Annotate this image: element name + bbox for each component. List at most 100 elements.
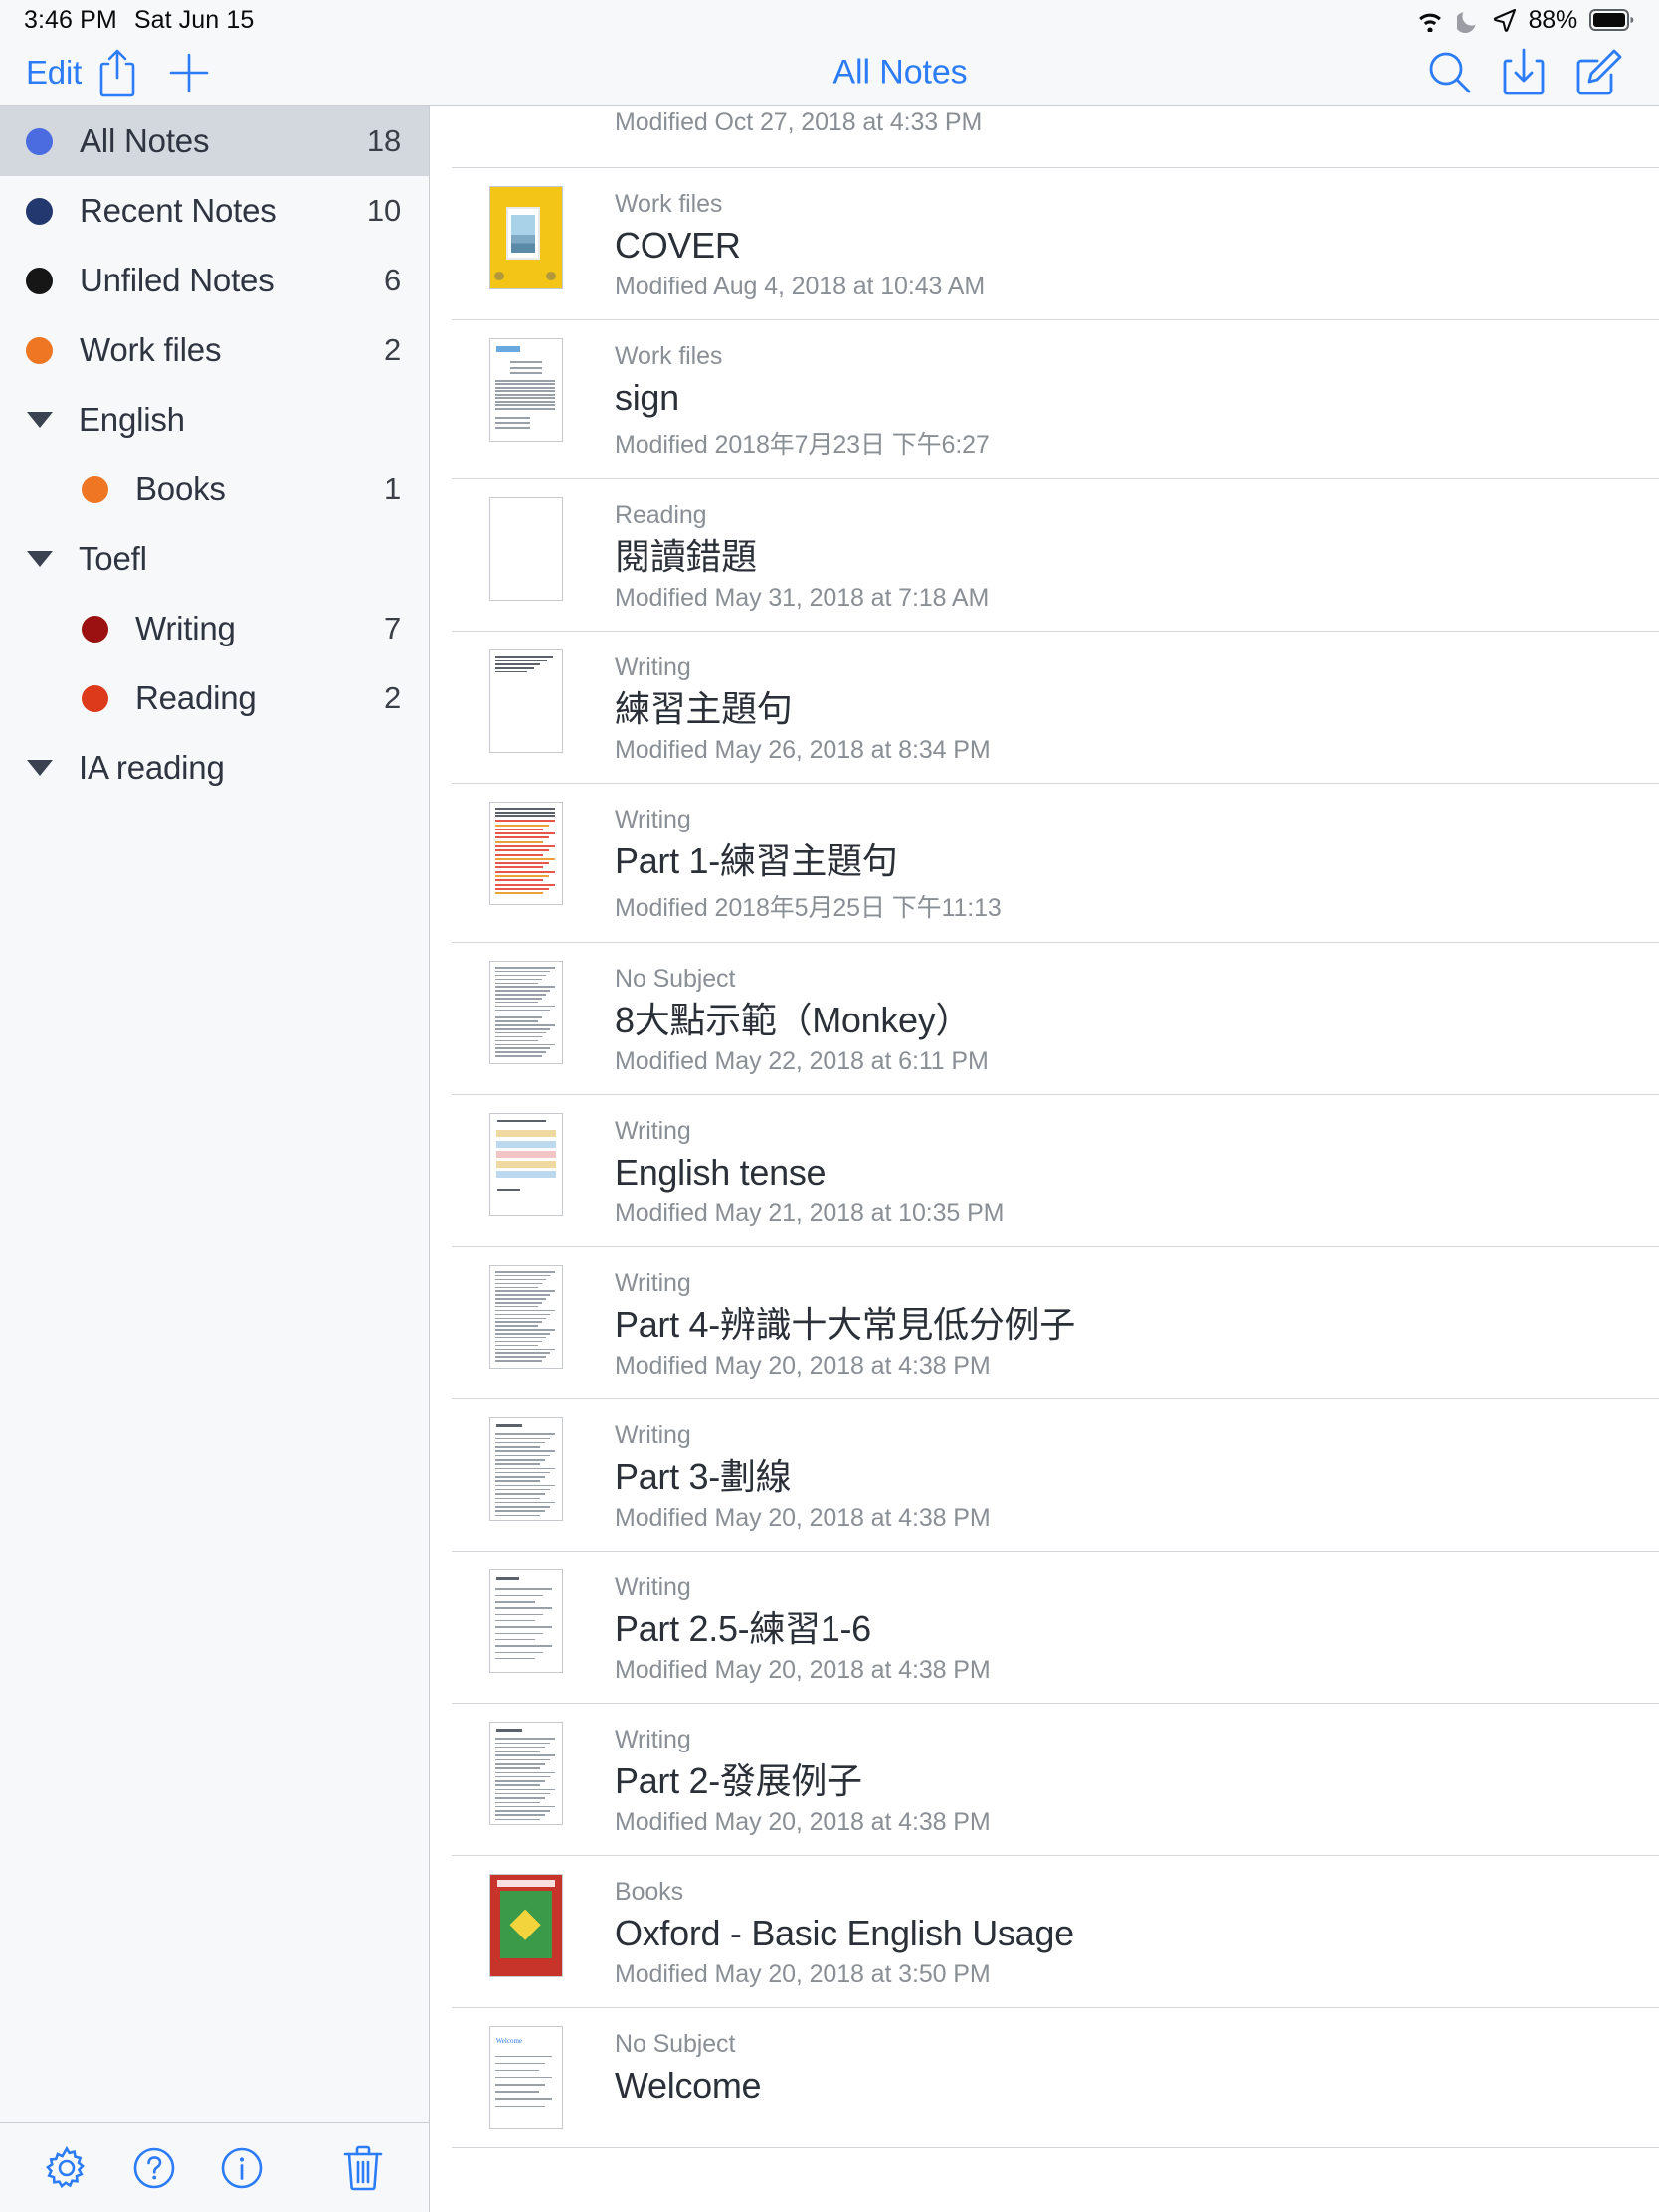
sidebar-item-count: 2: [383, 332, 401, 367]
sidebar-item-books[interactable]: Books 1: [0, 455, 429, 524]
main-body: All Notes 18 Recent Notes 10 Unfiled Notes 6 W…: [0, 106, 1659, 2212]
note-modified-date: Modified May 21, 2018 at 10:35 PM: [615, 1199, 1005, 1227]
note-row[interactable]: Writing Part 4-辨識十大常見低分例子 Modified May 20,…: [452, 1247, 1659, 1399]
note-thumbnail: [489, 802, 563, 905]
sidebar-item-count: 6: [383, 263, 401, 297]
note-title: Part 1-練習主題句: [615, 840, 898, 881]
sidebar-item-label: Toefl: [79, 540, 147, 577]
note-row[interactable]: No Subject 8大點示範（Monkey） Modified May 22, …: [452, 943, 1659, 1095]
note-row[interactable]: Work files COVER Modified Aug 4, 2018 at 1…: [452, 168, 1659, 320]
note-meta: No Subject 8大點示範（Monkey） Modified May 22, …: [615, 961, 1659, 1076]
note-row[interactable]: Writing Part 2.5-練習1-6 Modified May 20, 20…: [452, 1552, 1659, 1704]
note-modified-date: Modified May 22, 2018 at 6:11 PM: [615, 1047, 989, 1075]
trash-icon[interactable]: [341, 2144, 385, 2192]
sidebar-item-count: 1: [383, 471, 401, 506]
settings-gear-icon[interactable]: [44, 2145, 90, 2191]
add-icon[interactable]: [153, 43, 225, 102]
note-title: Part 2.5-練習1-6: [615, 1608, 871, 1649]
status-bar-date: Sat Jun 15: [133, 5, 255, 34]
note-title: English tense: [615, 1152, 827, 1193]
sidebar-item-label: IA reading: [79, 749, 225, 786]
note-row[interactable]: Writing Part 3-劃線 Modified May 20, 2018 at…: [452, 1399, 1659, 1552]
folder-color-dot: [26, 336, 53, 364]
note-modified-date: Modified May 31, 2018 at 7:18 AM: [615, 584, 990, 612]
note-meta: Writing English tense Modified May 21, 201…: [615, 1113, 1659, 1228]
note-meta: Writing Part 4-辨識十大常見低分例子 Modified May 20,…: [615, 1265, 1659, 1381]
top-toolbar: Edit All Notes: [0, 40, 1659, 106]
share-icon[interactable]: [82, 43, 153, 102]
note-folder-label: Books: [615, 1878, 683, 1906]
note-title: COVER: [615, 225, 741, 266]
wifi-icon: [1415, 8, 1445, 32]
note-meta: Books Oxford - Basic English Usage Modifie…: [615, 1874, 1659, 1989]
sidebar-item-recent-notes[interactable]: Recent Notes 10: [0, 176, 429, 246]
info-icon[interactable]: [219, 2145, 265, 2191]
sidebar-item-label: English: [79, 401, 185, 438]
page-title: All Notes: [832, 53, 968, 92]
note-modified-date: Modified May 20, 2018 at 3:50 PM: [615, 1960, 991, 1988]
sidebar-item-label: Unfiled Notes: [80, 262, 275, 298]
sidebar-item-english[interactable]: English: [0, 385, 429, 455]
note-row[interactable]: Work files sign Modified 2018年7月23日 下午6:27: [452, 320, 1659, 479]
note-row[interactable]: Writing English tense Modified May 21, 201…: [452, 1095, 1659, 1247]
sidebar-item-work-files[interactable]: Work files 2: [0, 315, 429, 385]
folder-color-dot: [82, 475, 108, 503]
sidebar-item-all-notes[interactable]: All Notes 18: [0, 106, 429, 176]
chevron-down-icon[interactable]: [27, 412, 53, 428]
folder-color-dot: [82, 684, 108, 712]
note-list[interactable]: Modified Oct 27, 2018 at 4:33 PM Work fil…: [430, 106, 1659, 2212]
folder-color-dot: [26, 197, 53, 225]
sidebar-item-count: 7: [383, 611, 401, 645]
note-thumbnail: [489, 1722, 563, 1825]
note-modified-date: Modified 2018年7月23日 下午6:27: [615, 431, 990, 459]
status-bar-left: 3:46 PM Sat Jun 15: [24, 6, 254, 35]
sidebar-item-toefl[interactable]: Toefl: [0, 524, 429, 594]
chevron-down-icon[interactable]: [27, 551, 53, 567]
note-title: 練習主題句: [615, 688, 793, 729]
note-thumbnail: [489, 961, 563, 1064]
battery-percent-label: 88%: [1528, 5, 1578, 34]
sidebar-item-ia-reading[interactable]: IA reading: [0, 733, 429, 803]
note-row[interactable]: Welcome No Subject Welcome: [452, 2008, 1659, 2148]
note-meta: No Subject Welcome: [615, 2026, 1659, 2108]
sidebar-item-label: Writing: [135, 610, 236, 646]
sidebar-item-label: Recent Notes: [80, 192, 276, 229]
note-title: Part 4-辨識十大常見低分例子: [615, 1304, 1075, 1345]
note-meta: Writing Part 2.5-練習1-6 Modified May 20, 20…: [615, 1569, 1659, 1685]
note-folder-label: No Subject: [615, 2030, 736, 2058]
folder-color-dot: [82, 615, 108, 643]
note-row[interactable]: Reading 閱讀錯題 Modified May 31, 2018 at 7:18…: [452, 479, 1659, 632]
sidebar-item-label: Books: [135, 470, 226, 507]
sidebar-item-writing[interactable]: Writing 7: [0, 594, 429, 663]
sidebar-item-label: Work files: [80, 331, 222, 368]
moon-icon: [1456, 7, 1481, 33]
sidebar-item-reading[interactable]: Reading 2: [0, 663, 429, 733]
note-title: Part 3-劃線: [615, 1456, 792, 1497]
edit-button[interactable]: Edit: [26, 54, 82, 92]
note-folder-label: Writing: [615, 1726, 691, 1753]
note-meta: Modified Oct 27, 2018 at 4:33 PM: [615, 106, 1659, 137]
note-modified-date: Modified Oct 27, 2018 at 4:33 PM: [615, 108, 983, 136]
status-bar: 3:46 PM Sat Jun 15 88%: [0, 0, 1659, 40]
note-folder-label: Writing: [615, 1421, 691, 1449]
note-meta: Writing 練習主題句 Modified May 26, 2018 at 8:3…: [615, 649, 1659, 765]
note-row[interactable]: Modified Oct 27, 2018 at 4:33 PM: [452, 106, 1659, 168]
note-row[interactable]: Writing Part 2-發展例子 Modified May 20, 2018 …: [452, 1704, 1659, 1856]
note-folder-label: No Subject: [615, 965, 736, 993]
chevron-down-icon[interactable]: [27, 760, 53, 776]
note-meta: Writing Part 2-發展例子 Modified May 20, 2018 …: [615, 1722, 1659, 1837]
note-thumbnail: [489, 649, 563, 753]
note-thumbnail: [489, 186, 563, 289]
note-modified-date: Modified May 26, 2018 at 8:34 PM: [615, 736, 991, 764]
sidebar: All Notes 18 Recent Notes 10 Unfiled Notes 6 W…: [0, 106, 430, 2212]
note-folder-label: Writing: [615, 653, 691, 681]
help-question-icon[interactable]: [131, 2145, 177, 2191]
note-thumbnail: [489, 1569, 563, 1673]
note-row[interactable]: Books Oxford - Basic English Usage Modifie…: [452, 1856, 1659, 2008]
status-bar-right: 88%: [1415, 6, 1635, 35]
note-row[interactable]: Writing Part 1-練習主題句 Modified 2018年5月25日 下…: [452, 784, 1659, 943]
notability-app-window: 3:46 PM Sat Jun 15 88% Edit All Notes Al…: [0, 0, 1659, 2212]
note-row[interactable]: Writing 練習主題句 Modified May 26, 2018 at 8:3…: [452, 632, 1659, 784]
note-title: Part 2-發展例子: [615, 1760, 862, 1801]
sidebar-item-unfiled-notes[interactable]: Unfiled Notes 6: [0, 246, 429, 315]
